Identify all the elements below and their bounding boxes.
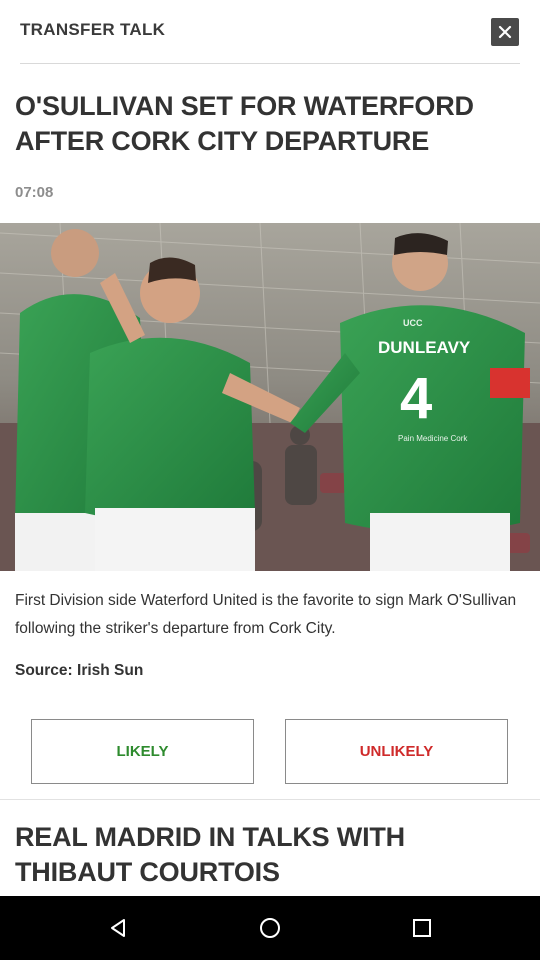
photo-shirt-number: 4 [400, 366, 432, 431]
likely-button[interactable]: LIKELY [31, 719, 254, 784]
next-article-headline[interactable]: REAL MADRID IN TALKS WITH THIBAUT COURTO… [15, 820, 525, 890]
system-navigation-bar [0, 896, 540, 960]
article-source: Source: Irish Sun [15, 662, 144, 679]
article-body: First Division side Waterford United is … [15, 592, 517, 637]
section-divider [0, 799, 540, 800]
header: TRANSFER TALK [0, 0, 540, 64]
back-button[interactable] [98, 908, 138, 948]
photo-badge-text: UCC [403, 318, 423, 328]
close-button[interactable] [491, 18, 519, 46]
article-photo: UCC DUNLEAVY 4 Pain Medicine Cork [0, 223, 540, 571]
article-headline: O'SULLIVAN SET FOR WATERFORD AFTER CORK … [15, 91, 474, 156]
recent-apps-button[interactable] [402, 908, 442, 948]
article-time: 07:08 [15, 184, 54, 201]
photo-sponsor-text: Pain Medicine Cork [398, 434, 468, 443]
close-icon [498, 25, 512, 39]
recent-apps-square-icon [413, 919, 431, 937]
home-circle-icon [260, 918, 280, 938]
header-title: TRANSFER TALK [20, 20, 166, 39]
back-triangle-icon [111, 919, 125, 937]
unlikely-button[interactable]: UNLIKELY [285, 719, 508, 784]
home-button[interactable] [250, 908, 290, 948]
header-divider [20, 63, 520, 64]
photo-shirt-name: DUNLEAVY [378, 338, 471, 357]
